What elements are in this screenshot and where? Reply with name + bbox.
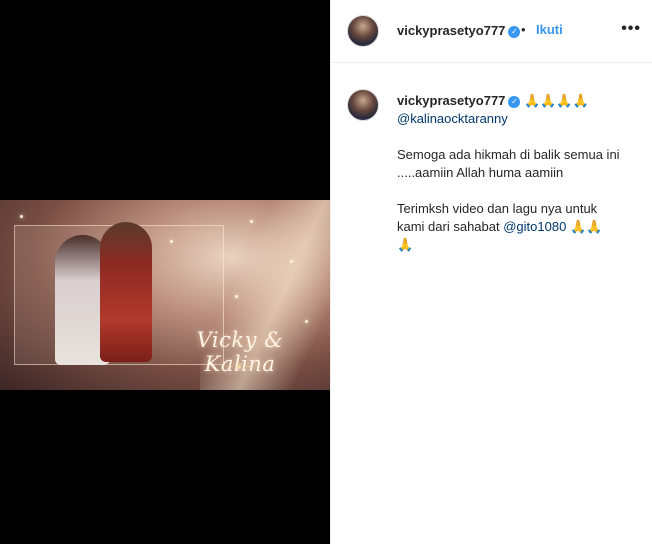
verified-badge-icon: ✓ bbox=[508, 95, 521, 108]
groom-figure bbox=[100, 222, 152, 362]
sparkle bbox=[290, 260, 293, 263]
username-text[interactable]: vickyprasetyo777 bbox=[397, 23, 505, 38]
post-caption: vickyprasetyo777 ✓ 🙏🙏🙏🙏 @kalinaocktaranny… bbox=[397, 92, 642, 254]
follow-button[interactable]: Ikuti bbox=[536, 22, 563, 37]
sparkle bbox=[250, 220, 253, 223]
post-video-thumbnail[interactable]: Vicky & Kalina ~❦~ bbox=[0, 200, 330, 390]
profile-avatar[interactable] bbox=[347, 15, 379, 47]
caption-line-3b: kami dari sahabat bbox=[397, 219, 504, 234]
praying-hands-emojis: 🙏🙏🙏🙏 bbox=[524, 93, 589, 108]
caption-username[interactable]: vickyprasetyo777 bbox=[397, 93, 505, 108]
media-pane: Vicky & Kalina ~❦~ bbox=[0, 0, 330, 544]
post-header: vickyprasetyo777 ✓ • Ikuti ••• bbox=[331, 0, 652, 63]
sparkle bbox=[170, 240, 173, 243]
praying-hands-emoji: 🙏 bbox=[397, 237, 414, 252]
separator-dot: • bbox=[521, 22, 526, 37]
sparkle bbox=[235, 295, 238, 298]
mention-link-gito[interactable]: @gito1080 bbox=[503, 219, 566, 234]
mention-link-kalina[interactable]: @kalinaocktaranny bbox=[397, 111, 508, 126]
caption-line-3a: Terimksh video dan lagu nya untuk bbox=[397, 201, 598, 216]
sparkle bbox=[305, 320, 308, 323]
praying-hands-emojis: 🙏🙏 bbox=[569, 219, 603, 234]
title-ornament: ~❦~ bbox=[226, 362, 254, 373]
post-side-panel: vickyprasetyo777 ✓ • Ikuti ••• vickyprase… bbox=[330, 0, 652, 544]
caption-avatar[interactable] bbox=[347, 89, 379, 121]
sparkle bbox=[20, 215, 23, 218]
post-author-username[interactable]: vickyprasetyo777 ✓ bbox=[397, 23, 521, 38]
caption-line-1: Semoga ada hikmah di balik semua ini bbox=[397, 147, 620, 162]
caption-line-2: .....aamiin Allah huma aamiin bbox=[397, 165, 564, 180]
more-options-icon[interactable]: ••• bbox=[621, 20, 641, 38]
verified-badge-icon: ✓ bbox=[508, 25, 521, 38]
